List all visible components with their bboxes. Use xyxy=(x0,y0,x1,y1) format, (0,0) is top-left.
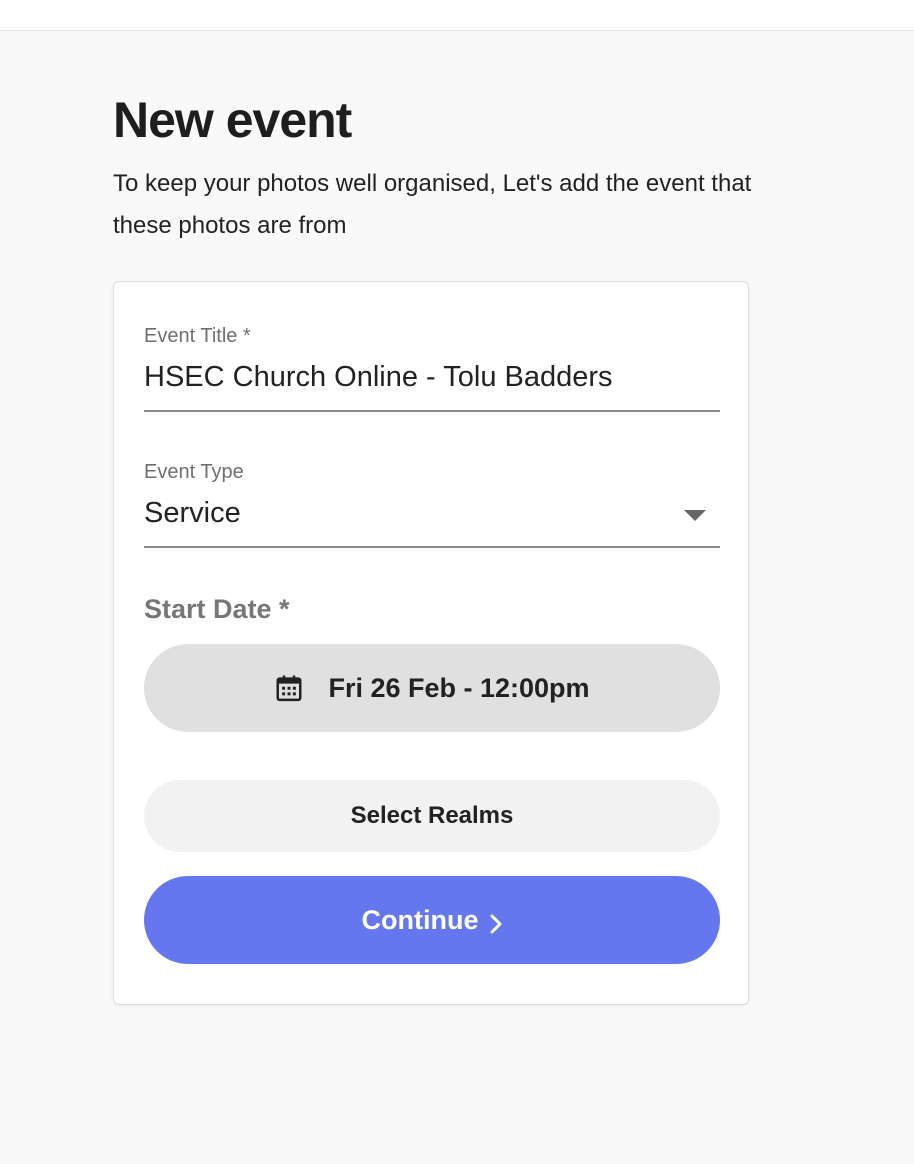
continue-label: Continue xyxy=(361,904,479,935)
event-type-select[interactable]: Event Type Service xyxy=(144,458,720,548)
event-type-value[interactable]: Service xyxy=(144,494,241,532)
start-date-value: Fri 26 Feb - 12:00pm xyxy=(328,672,590,703)
page-subtitle: To keep your photos well organised, Let'… xyxy=(113,170,752,239)
top-bar xyxy=(0,0,914,31)
page-title: New event xyxy=(113,92,352,148)
start-date-label: Start Date * xyxy=(144,594,290,624)
event-type-label: Event Type xyxy=(144,461,244,483)
event-title-field[interactable]: Event Title * HSEC Church Online - Tolu … xyxy=(144,322,720,412)
event-title-label: Event Title * xyxy=(144,325,251,347)
event-title-input[interactable]: HSEC Church Online - Tolu Badders xyxy=(144,358,613,396)
event-form-card: Event Title * HSEC Church Online - Tolu … xyxy=(113,281,749,1005)
select-realms-button[interactable]: Select Realms xyxy=(144,780,720,852)
calendar-icon xyxy=(274,673,304,703)
chevron-right-icon xyxy=(490,910,502,934)
chevron-down-icon[interactable] xyxy=(684,510,706,521)
start-date-button[interactable]: Fri 26 Feb - 12:00pm xyxy=(144,644,720,732)
continue-button[interactable]: Continue xyxy=(144,876,720,964)
